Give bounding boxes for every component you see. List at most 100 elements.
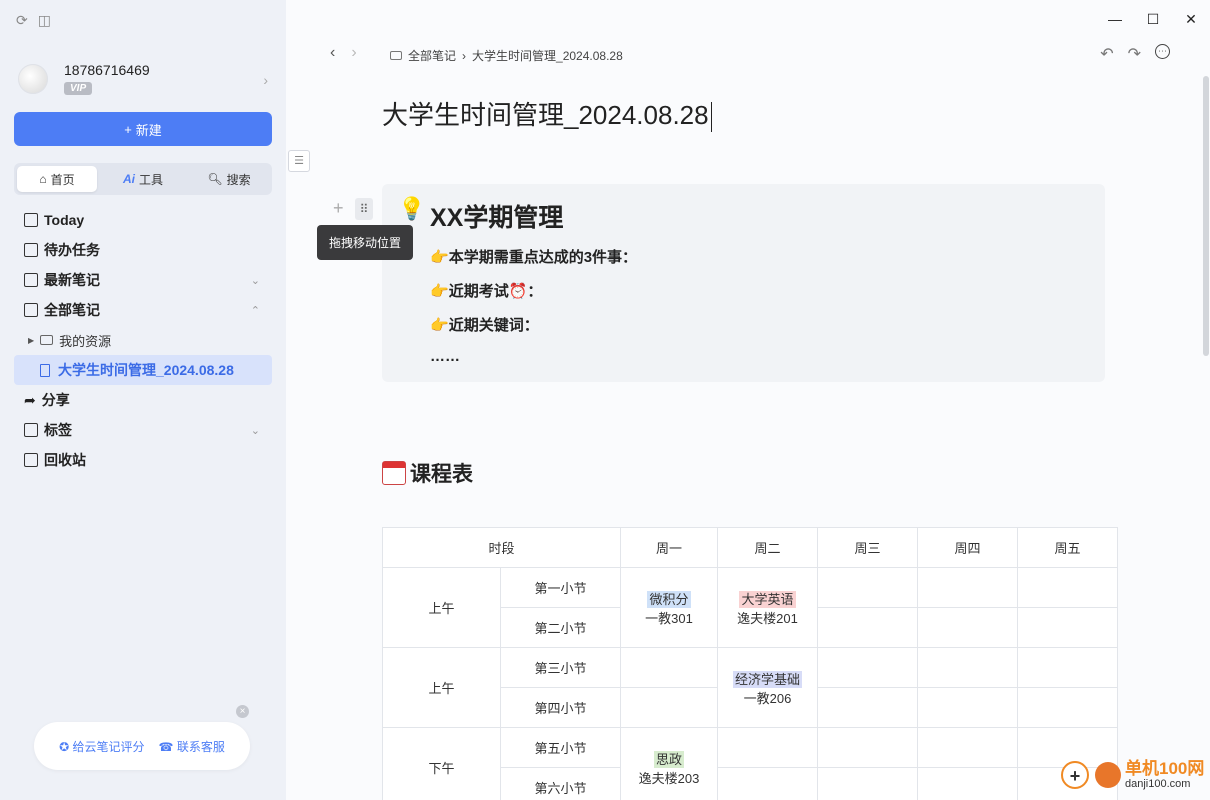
- table-header[interactable]: 周四: [917, 527, 1018, 568]
- table-cell[interactable]: [1017, 647, 1118, 688]
- table-cell-slot[interactable]: 第三小节: [500, 647, 621, 688]
- collapse-sidebar-icon[interactable]: ◫: [38, 12, 51, 29]
- section-title[interactable]: 课程表: [382, 458, 473, 488]
- ai-icon: Ai: [122, 172, 135, 186]
- page-title[interactable]: 大学生时间管理_2024.08.28: [382, 95, 712, 133]
- table-header[interactable]: 时段: [382, 527, 621, 568]
- table-header[interactable]: 周五: [1017, 527, 1118, 568]
- table-cell-slot[interactable]: 第一小节: [500, 567, 621, 608]
- new-note-button[interactable]: + 新建: [14, 112, 272, 146]
- chevron-down-icon[interactable]: ⌄: [251, 424, 260, 437]
- tab-ai-tools[interactable]: Ai 工具: [103, 166, 183, 192]
- chevron-right-icon[interactable]: ›: [263, 72, 268, 88]
- table-cell[interactable]: [817, 727, 918, 768]
- table-cell-slot[interactable]: 第五小节: [500, 727, 621, 768]
- new-button-label: 新建: [135, 122, 162, 138]
- callout-line: 👉本学期需重点达成的3件事：: [430, 246, 637, 267]
- table-cell-course[interactable]: 思政 逸夫楼203: [620, 727, 718, 800]
- table-cell[interactable]: [717, 727, 818, 768]
- redo-icon[interactable]: ↷: [1128, 44, 1141, 64]
- scrollbar-thumb[interactable]: [1203, 76, 1209, 356]
- table-cell-group[interactable]: 上午: [382, 647, 501, 728]
- table-cell-slot[interactable]: 第四小节: [500, 687, 621, 728]
- callout-line-text: 本学期需重点达成的3件事：: [448, 249, 638, 266]
- breadcrumb-current[interactable]: 大学生时间管理_2024.08.28: [472, 47, 623, 64]
- footer-card: ✪ 给云笔记评分 ☎ 联系客服: [34, 722, 250, 770]
- table-cell[interactable]: [917, 567, 1018, 608]
- table-cell-course[interactable]: 微积分 一教301: [620, 567, 718, 648]
- table-cell-course[interactable]: 大学英语 逸夫楼201: [717, 567, 818, 648]
- profile[interactable]: 18786716469 VIP ›: [18, 60, 278, 102]
- sidebar-item-tags[interactable]: 标签 ⌄: [14, 415, 272, 445]
- close-icon[interactable]: ×: [236, 705, 249, 718]
- table-cell[interactable]: [1017, 687, 1118, 728]
- table-cell[interactable]: [917, 647, 1018, 688]
- table-cell-slot[interactable]: 第二小节: [500, 607, 621, 648]
- outline-icon[interactable]: ☰: [288, 150, 310, 172]
- contact-label: 联系客服: [176, 739, 225, 754]
- table-cell[interactable]: [817, 767, 918, 800]
- table-header-row: 时段 周一 周二 周三 周四 周五: [382, 527, 1118, 568]
- table-header[interactable]: 周二: [717, 527, 818, 568]
- table-cell[interactable]: [917, 727, 1018, 768]
- table-cell-course[interactable]: 经济学基础 一教206: [717, 647, 818, 728]
- page-title-text: 大学生时间管理_2024.08.28: [382, 100, 709, 130]
- table-cell[interactable]: [1017, 567, 1118, 608]
- breadcrumb-root[interactable]: 全部笔记: [408, 47, 456, 64]
- table-cell[interactable]: [620, 687, 718, 728]
- table-row: 下午 第五小节 思政 逸夫楼203: [382, 727, 1118, 800]
- table-cell[interactable]: [817, 647, 918, 688]
- sidebar-item-all-notes[interactable]: 全部笔记 ⌃: [14, 295, 272, 325]
- watermark-plus-icon: +: [1061, 761, 1089, 789]
- close-window-icon[interactable]: ✕: [1172, 0, 1210, 38]
- tab-search[interactable]: 🔍︎ 搜索: [189, 166, 269, 192]
- table-cell[interactable]: [817, 567, 918, 608]
- chevron-up-icon[interactable]: ⌃: [251, 304, 260, 317]
- sidebar-item-share[interactable]: ➦ 分享: [14, 385, 272, 415]
- add-block-icon[interactable]: +: [333, 198, 344, 219]
- more-options-icon[interactable]: ⋯: [1155, 44, 1170, 59]
- sidebar-item-my-resources[interactable]: ▶ 我的资源: [14, 325, 272, 355]
- table-header[interactable]: 周一: [620, 527, 718, 568]
- course-name: 经济学基础: [732, 670, 802, 688]
- table-cell[interactable]: [1017, 607, 1118, 648]
- table-cell-group[interactable]: 上午: [382, 567, 501, 648]
- table-cell-slot[interactable]: 第六小节: [500, 767, 621, 800]
- maximize-icon[interactable]: ☐: [1134, 0, 1172, 38]
- tab-tools-label: 工具: [138, 172, 163, 187]
- chevron-down-icon[interactable]: ⌄: [251, 274, 260, 287]
- minimize-icon[interactable]: —: [1096, 0, 1134, 38]
- table-cell[interactable]: [620, 647, 718, 688]
- callout-block[interactable]: 💡 XX学期管理 👉本学期需重点达成的3件事： 👉近期考试⏰： 👉近期关键词： …: [382, 184, 1105, 382]
- rate-link[interactable]: ✪ 给云笔记评分: [59, 738, 144, 755]
- text-cursor: [710, 102, 712, 133]
- sidebar-item-recent[interactable]: 最新笔记 ⌄: [14, 265, 272, 295]
- table-header[interactable]: 周三: [817, 527, 918, 568]
- sidebar-item-today[interactable]: Today: [14, 205, 272, 235]
- table-cell[interactable]: [717, 767, 818, 800]
- table-cell-group[interactable]: 下午: [382, 727, 501, 800]
- sidebar-item-trash[interactable]: 回收站: [14, 445, 272, 475]
- window-controls: — ☐ ✕: [1096, 0, 1210, 38]
- avatar[interactable]: [18, 64, 48, 94]
- back-icon[interactable]: ‹: [330, 44, 335, 62]
- notes-icon: [24, 303, 38, 317]
- forward-icon[interactable]: ›: [351, 44, 356, 62]
- table-cell[interactable]: [817, 607, 918, 648]
- contact-link[interactable]: ☎ 联系客服: [159, 738, 225, 755]
- expand-triangle-icon[interactable]: ▶: [28, 336, 34, 345]
- sidebar-item-todo[interactable]: 待办任务: [14, 235, 272, 265]
- sidebar-item-current-note[interactable]: 大学生时间管理_2024.08.28: [14, 355, 272, 385]
- section-title-text: 课程表: [410, 463, 473, 486]
- table-cell[interactable]: [917, 607, 1018, 648]
- tab-home[interactable]: ⌂ 首页: [17, 166, 97, 192]
- table-cell[interactable]: [917, 687, 1018, 728]
- drag-handle-icon[interactable]: ⠿: [355, 198, 373, 220]
- vertical-scrollbar[interactable]: [1202, 76, 1210, 356]
- tab-search-label: 搜索: [226, 172, 251, 187]
- sync-icon[interactable]: ⟳: [16, 12, 28, 29]
- checkbox-icon: [24, 243, 38, 257]
- undo-icon[interactable]: ↶: [1100, 44, 1113, 64]
- table-cell[interactable]: [817, 687, 918, 728]
- table-cell[interactable]: [917, 767, 1018, 800]
